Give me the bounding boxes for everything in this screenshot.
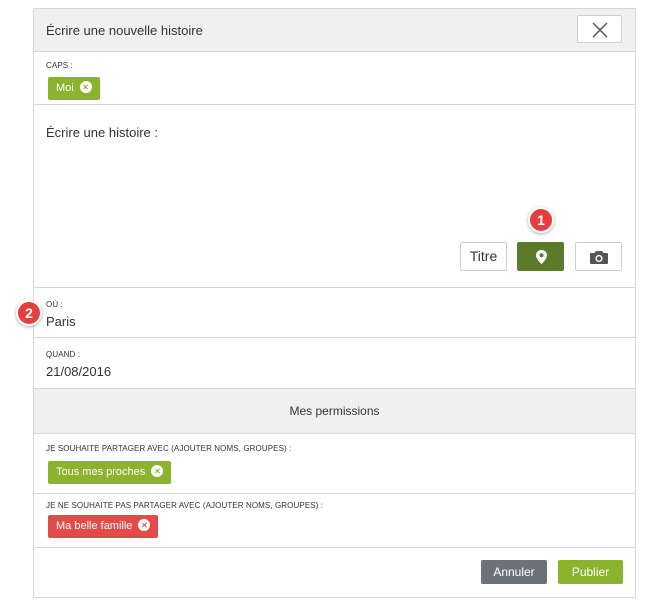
camera-icon [590,251,608,264]
share-label: JE SOUHAITE PARTAGER AVEC (AJOUTER NOMS,… [46,444,292,453]
where-section: OÙ : Paris [34,288,635,338]
share-section: JE SOUHAITE PARTAGER AVEC (AJOUTER NOMS,… [34,434,635,494]
add-location-button[interactable] [517,242,564,271]
remove-circle-icon[interactable] [138,519,151,531]
new-story-dialog: Écrire une nouvelle histoire CAPS : Moi … [33,8,636,598]
dialog-title: Écrire une nouvelle histoire [46,23,203,38]
map-pin-icon [536,250,547,264]
when-section: QUAND : 21/08/2016 [34,338,635,389]
story-section: Écrire une histoire : Titre [34,105,635,288]
caps-tag-label: Moi [56,82,74,94]
share-tag[interactable]: Tous mes proches [48,461,172,484]
story-label: Écrire une histoire : [46,125,158,140]
noshare-tag[interactable]: Ma belle famille [48,515,159,538]
where-field[interactable]: Paris [46,314,76,329]
caps-section: CAPS : Moi [34,53,635,105]
add-photo-button[interactable] [575,242,622,271]
when-field[interactable]: 21/08/2016 [46,364,111,379]
noshare-label: JE NE SOUHAITE PAS PARTAGER AVEC (AJOUTE… [46,501,324,510]
where-label: OÙ : [46,300,63,309]
annotation-marker-2: 2 [16,300,42,326]
remove-circle-icon[interactable] [79,81,92,93]
noshare-tag-label: Ma belle famille [56,520,133,532]
publish-button[interactable]: Publier [558,560,623,584]
permissions-title: Mes permissions [289,404,380,418]
cancel-button[interactable]: Annuler [481,560,547,584]
caps-label: CAPS : [46,61,73,70]
permissions-header: Mes permissions [34,389,635,434]
share-tag-label: Tous mes proches [56,466,146,478]
close-button[interactable] [577,15,622,43]
close-icon [592,22,608,38]
caps-tag[interactable]: Moi [48,77,100,100]
annotation-marker-1: 1 [528,207,554,233]
add-title-button[interactable]: Titre [460,242,507,271]
noshare-section: JE NE SOUHAITE PAS PARTAGER AVEC (AJOUTE… [34,494,635,548]
remove-circle-icon[interactable] [151,465,164,477]
when-label: QUAND : [46,350,81,359]
dialog-header: Écrire une nouvelle histoire [34,9,635,52]
